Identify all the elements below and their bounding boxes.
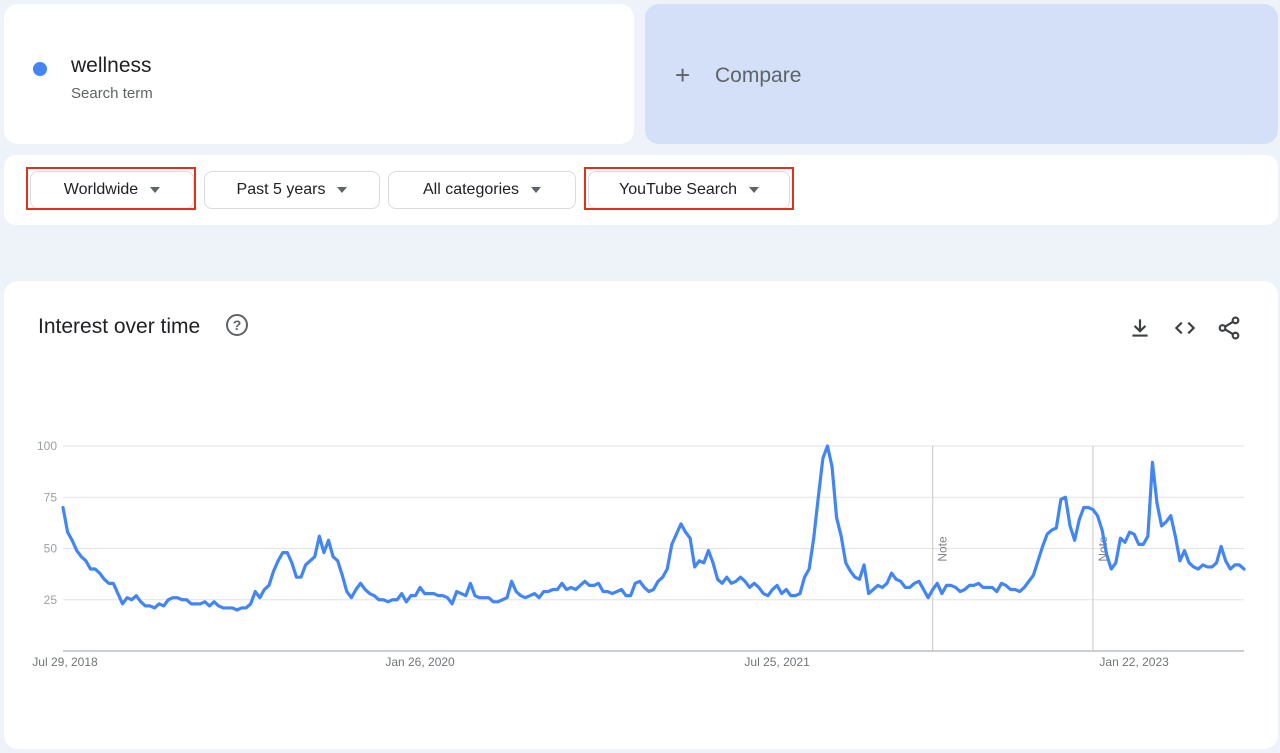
category-filter[interactable]: All categories — [388, 171, 576, 209]
compare-button[interactable]: + Compare — [645, 4, 1278, 144]
interest-over-time-card: Interest over time ? — [4, 281, 1278, 749]
time-range-filter[interactable]: Past 5 years — [204, 171, 380, 209]
search-term-subtitle: Search term — [71, 85, 153, 102]
time-range-filter-label: Past 5 years — [236, 181, 326, 198]
compare-label: Compare — [715, 64, 802, 87]
region-highlight-box — [26, 167, 196, 210]
caret-down-icon — [531, 187, 542, 193]
search-term-name: wellness — [71, 54, 152, 77]
plus-icon: + — [675, 60, 691, 90]
chart-title: Interest over time — [38, 315, 201, 338]
embed-code-icon[interactable] — [1172, 315, 1198, 341]
help-icon[interactable]: ? — [226, 314, 248, 336]
share-icon[interactable] — [1216, 315, 1242, 341]
caret-down-icon — [337, 187, 348, 193]
category-filter-label: All categories — [422, 181, 520, 198]
property-highlight-box — [584, 167, 794, 210]
download-icon[interactable] — [1127, 315, 1153, 341]
search-term-card[interactable]: wellness Search term — [4, 4, 634, 144]
series-color-dot — [33, 62, 47, 76]
